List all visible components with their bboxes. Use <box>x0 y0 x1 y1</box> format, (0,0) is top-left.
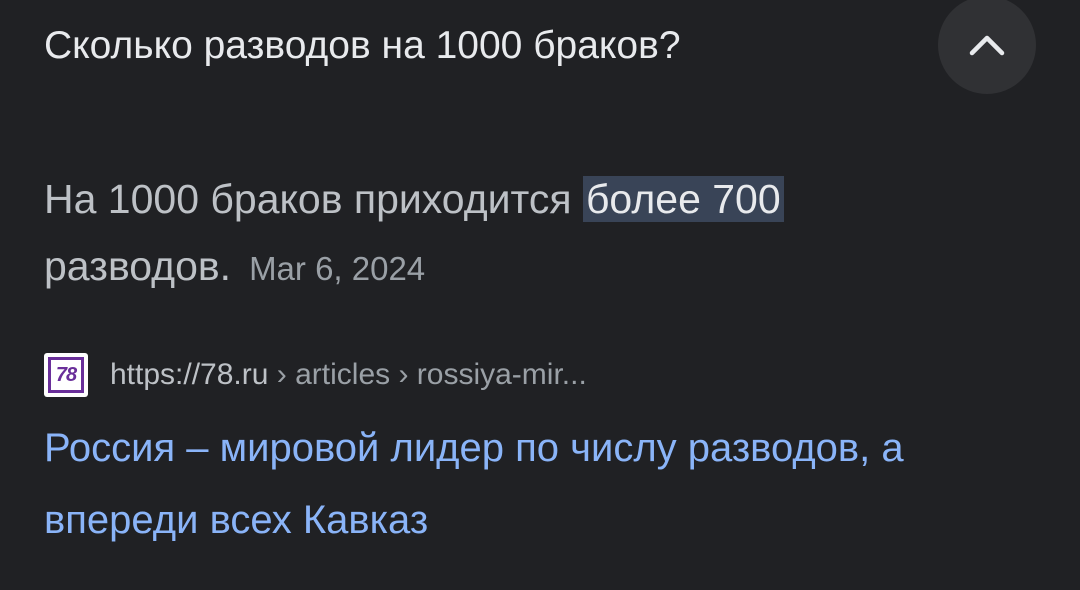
chevron-up-icon <box>969 35 1005 56</box>
answer-text-after: разводов. <box>44 243 232 289</box>
78ru-logo-icon: 78 <box>44 353 88 397</box>
result-title-link[interactable]: Россия – мировой лидер по числу разводов… <box>44 412 1034 556</box>
answer-date: Mar 6, 2024 <box>249 250 426 287</box>
featured-snippet-card: Сколько разводов на 1000 браков? На 1000… <box>0 0 1080 590</box>
answer-text-before: На 1000 браков приходится <box>44 176 583 222</box>
source-citation[interactable]: 78 https://78.ru › articles › rossiya-mi… <box>44 352 587 398</box>
answer-text: На 1000 браков приходится более 700 разв… <box>44 166 1004 302</box>
answer-highlight: более 700 <box>582 176 784 222</box>
favicon-text: 78 <box>48 357 84 393</box>
question-heading: Сколько разводов на 1000 браков? <box>44 24 681 67</box>
collapse-button[interactable] <box>938 0 1036 94</box>
source-domain: https://78.ru <box>110 358 269 391</box>
source-url[interactable]: https://78.ru › articles › rossiya-mir..… <box>110 358 587 392</box>
source-path: › articles › rossiya-mir... <box>268 358 587 391</box>
